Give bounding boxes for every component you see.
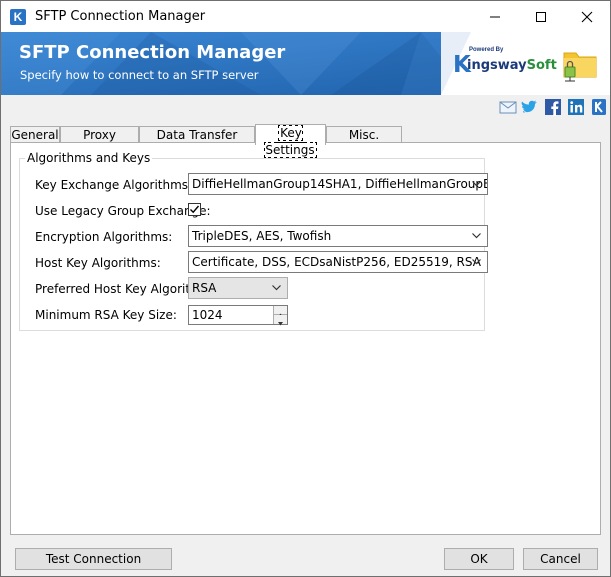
close-icon — [581, 11, 593, 22]
sftp-connection-manager-window: K SFTP Connection Manager SFTP Connectio… — [0, 0, 611, 577]
linkedin-icon[interactable] — [567, 98, 585, 116]
minimum-rsa-key-size-label: Minimum RSA Key Size: — [35, 308, 177, 322]
banner-title: SFTP Connection Manager — [19, 42, 286, 63]
mail-icon[interactable] — [499, 98, 517, 116]
legacy-group-exchange-checkbox[interactable] — [188, 203, 201, 216]
algorithms-and-keys-group: Algorithms and Keys Key Exchange Algorit… — [19, 151, 488, 331]
header-banner: SFTP Connection Manager Specify how to c… — [1, 32, 610, 95]
banner-subtitle: Specify how to connect to an SFTP server — [20, 68, 259, 82]
twitter-icon[interactable] — [521, 98, 539, 116]
minimum-rsa-key-size-stepper[interactable]: 1024 — [188, 305, 288, 326]
close-button[interactable] — [564, 1, 610, 32]
test-connection-button[interactable]: Test Connection — [15, 548, 172, 570]
kingswaysoft-app-icon: K — [10, 9, 26, 25]
chevron-down-icon — [272, 285, 281, 291]
checkmark-icon — [190, 205, 200, 214]
minimize-icon — [490, 16, 500, 17]
encryption-algorithms-dropdown[interactable]: TripleDES, AES, Twofish — [188, 225, 488, 247]
preferred-host-key-dropdown[interactable]: RSA — [188, 277, 288, 299]
legacy-group-exchange-label: Use Legacy Group Exchange: — [35, 204, 211, 218]
encryption-algorithms-label: Encryption Algorithms: — [35, 230, 173, 244]
cancel-button[interactable]: Cancel — [523, 548, 598, 570]
chevron-down-icon — [472, 233, 481, 239]
chevron-down-icon — [472, 181, 481, 187]
key-settings-panel: Algorithms and Keys Key Exchange Algorit… — [10, 142, 601, 535]
stepper-down-button[interactable] — [274, 315, 287, 326]
ok-button[interactable]: OK — [444, 548, 514, 570]
tab-key-settings[interactable]: Key Settings — [255, 124, 326, 158]
minimize-button[interactable] — [472, 1, 518, 32]
kingswaysoft-logo: Powered By K ingswaySoft — [453, 47, 557, 78]
caret-down-icon — [278, 322, 283, 326]
kingswaysoft-icon[interactable] — [590, 98, 608, 116]
group-title: Algorithms and Keys — [25, 151, 153, 165]
preferred-host-key-label: Preferred Host Key Algorithm: — [35, 282, 214, 296]
stepper-up-button[interactable] — [274, 306, 287, 317]
maximize-button[interactable] — [518, 1, 564, 32]
title-bar: K SFTP Connection Manager — [1, 1, 610, 32]
key-exchange-dropdown[interactable]: DiffieHellmanGroup14SHA1, DiffieHellmanG… — [188, 173, 488, 195]
host-key-algorithms-label: Host Key Algorithms: — [35, 256, 161, 270]
chevron-down-icon — [472, 259, 481, 265]
host-key-algorithms-dropdown[interactable]: Certificate, DSS, ECDsaNistP256, ED25519… — [188, 251, 488, 273]
facebook-icon[interactable] — [544, 98, 562, 116]
window-title: SFTP Connection Manager — [35, 9, 206, 24]
maximize-icon — [536, 11, 546, 22]
key-exchange-label: Key Exchange Algorithms: — [35, 178, 193, 192]
network-folder-icon — [563, 52, 597, 82]
